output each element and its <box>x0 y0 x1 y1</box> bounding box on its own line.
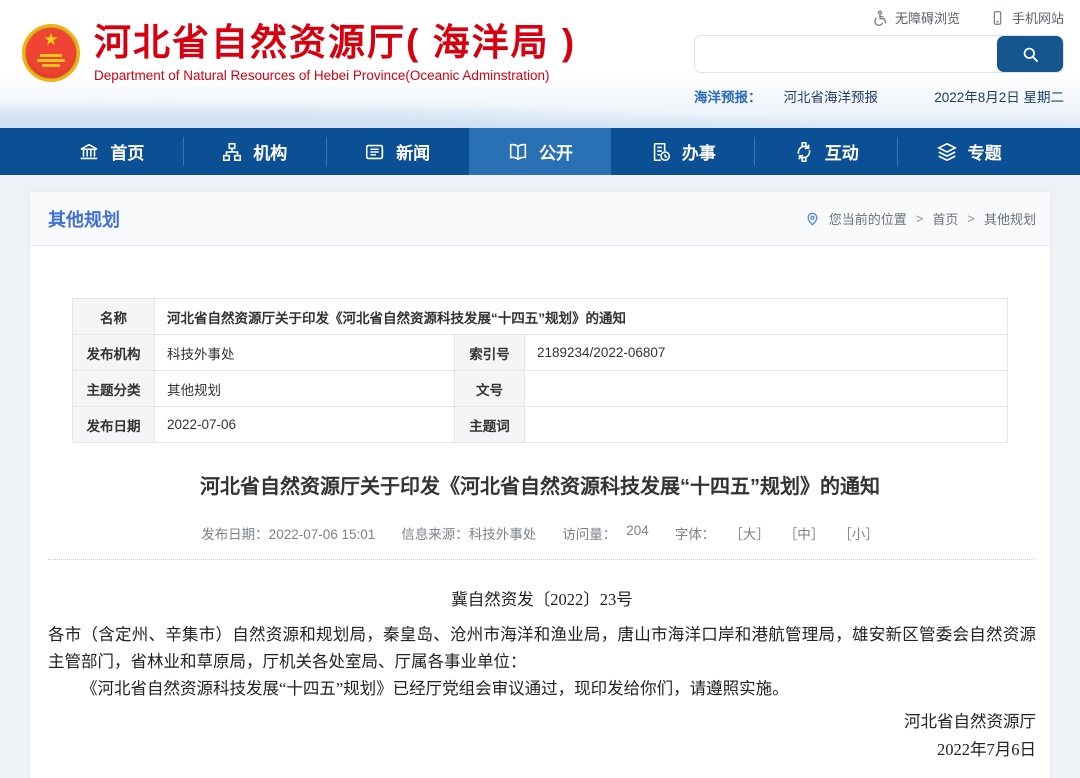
national-emblem-logo: ★ <box>22 24 80 82</box>
nav-item-topics[interactable]: 专题 <box>897 128 1040 175</box>
breadcrumb-location-label: 您当前的位置 <box>829 209 907 228</box>
document-signature: 河北省自然资源厅 <box>48 708 1036 735</box>
meta-source: 信息来源：科技外事处 <box>401 523 536 543</box>
current-date: 2022年8月2日 星期二 <box>934 86 1064 106</box>
search-button[interactable] <box>997 36 1063 72</box>
bank-icon <box>78 141 100 163</box>
font-size-medium-button[interactable]: ［中］ <box>784 523 825 543</box>
font-size-small-button[interactable]: ［小］ <box>838 523 879 543</box>
info-value-date: 2022-07-06 <box>155 407 455 443</box>
location-pin-icon <box>805 211 820 227</box>
emblem-star: ★ <box>43 31 58 48</box>
table-row: 发布日期 2022-07-06 主题词 <box>73 407 1008 443</box>
mobile-site-link[interactable]: 手机网站 <box>990 8 1064 27</box>
document-info-table: 名称 河北省自然资源厅关于印发《河北省自然资源科技发展“十四五”规划》的通知 发… <box>72 298 1008 443</box>
breadcrumb-home[interactable]: 首页 <box>932 209 958 228</box>
article-title: 河北省自然资源厅关于印发《河北省自然资源科技发展“十四五”规划》的通知 <box>70 473 1010 501</box>
document-sign-date: 2022年7月6日 <box>48 736 1036 763</box>
open-book-icon <box>507 141 529 163</box>
font-size-large-button[interactable]: ［大］ <box>729 523 770 543</box>
info-label-docnum: 文号 <box>455 371 525 407</box>
font-size-label: 字体： <box>675 523 716 543</box>
newspaper-icon <box>364 141 386 163</box>
section-bar: 其他规划 您当前的位置 > 首页 > 其他规划 <box>30 192 1050 246</box>
site-search <box>694 35 1064 73</box>
document-paragraph: 《河北省自然资源科技发展“十四五”规划》已经厅党组会审议通过，现印发给你们，请遵… <box>48 675 1036 702</box>
breadcrumb-current[interactable]: 其他规划 <box>984 209 1036 228</box>
page-title: 其他规划 <box>48 206 120 232</box>
breadcrumb-separator: > <box>916 211 924 226</box>
breadcrumb-separator: > <box>967 211 975 226</box>
forecast-row: 海洋预报： 河北省海洋预报 2022年8月2日 星期二 <box>694 86 1064 106</box>
utility-links: 无障碍浏览 手机网站 <box>872 8 1064 27</box>
nav-item-services[interactable]: 办事 <box>611 128 754 175</box>
table-row: 名称 河北省自然资源厅关于印发《河北省自然资源科技发展“十四五”规划》的通知 <box>73 299 1008 335</box>
sync-arrows-icon <box>793 141 815 163</box>
info-value-keywords <box>525 407 1008 443</box>
nav-item-org[interactable]: 机构 <box>183 128 326 175</box>
search-input[interactable] <box>695 36 997 72</box>
info-value-name: 河北省自然资源厅关于印发《河北省自然资源科技发展“十四五”规划》的通知 <box>155 299 1008 335</box>
meta-publish-date: 发布日期：2022-07-06 15:01 <box>201 523 375 543</box>
article-meta: 发布日期：2022-07-06 15:01 信息来源：科技外事处 访问量： 20… <box>30 523 1050 543</box>
mobile-phone-icon <box>990 10 1005 26</box>
forecast-link[interactable]: 河北省海洋预报 <box>784 86 879 106</box>
meta-visits-count: 204 <box>626 523 649 543</box>
font-size-controls: 字体： ［大］ ［中］ ［小］ <box>675 523 879 543</box>
site-brand: ★ 河北省自然资源厅( 海洋局 ) Department of Natural … <box>22 22 576 83</box>
table-row: 主题分类 其他规划 文号 <box>73 371 1008 407</box>
info-label-publisher: 发布机构 <box>73 335 155 371</box>
meta-visits-label: 访问量： <box>562 523 616 543</box>
nav-item-interact[interactable]: 互动 <box>754 128 897 175</box>
site-title: 河北省自然资源厅( 海洋局 ) <box>94 22 576 64</box>
breadcrumb: 您当前的位置 > 首页 > 其他规划 <box>805 209 1036 228</box>
content-card: 其他规划 您当前的位置 > 首页 > 其他规划 名称 河北省自然资源厅关于印发《… <box>30 192 1050 778</box>
document-number: 冀自然资发〔2022〕23号 <box>48 586 1036 613</box>
wheelchair-icon <box>872 10 888 26</box>
emblem-gate <box>36 54 66 70</box>
info-value-publisher: 科技外事处 <box>155 335 455 371</box>
accessibility-link[interactable]: 无障碍浏览 <box>872 8 960 27</box>
info-label-category: 主题分类 <box>73 371 155 407</box>
info-label-keywords: 主题词 <box>455 407 525 443</box>
search-icon <box>1021 45 1040 64</box>
document-paragraph: 各市（含定州、辛集市）自然资源和规划局，秦皇岛、沧州市海洋和渔业局，唐山市海洋口… <box>48 621 1036 675</box>
forecast-label: 海洋预报： <box>694 86 762 106</box>
info-value-category: 其他规划 <box>155 371 455 407</box>
table-row: 发布机构 科技外事处 索引号 2189234/2022-06807 <box>73 335 1008 371</box>
info-label-index: 索引号 <box>455 335 525 371</box>
nav-item-home[interactable]: 首页 <box>40 128 183 175</box>
layers-icon <box>936 141 958 163</box>
info-label-date: 发布日期 <box>73 407 155 443</box>
site-subtitle: Department of Natural Resources of Hebei… <box>94 68 576 83</box>
nav-item-public[interactable]: 公开 <box>469 128 612 175</box>
nav-item-news[interactable]: 新闻 <box>326 128 469 175</box>
main-nav: 首页 机构 新闻 公开 办事 互动 专题 <box>0 128 1080 175</box>
doc-clock-icon <box>650 141 672 163</box>
org-chart-icon <box>221 141 243 163</box>
info-value-index: 2189234/2022-06807 <box>525 335 1008 371</box>
site-header: ★ 河北省自然资源厅( 海洋局 ) Department of Natural … <box>0 0 1080 128</box>
document-body: 冀自然资发〔2022〕23号 各市（含定州、辛集市）自然资源和规划局，秦皇岛、沧… <box>30 560 1050 778</box>
info-label-name: 名称 <box>73 299 155 335</box>
info-value-docnum <box>525 371 1008 407</box>
